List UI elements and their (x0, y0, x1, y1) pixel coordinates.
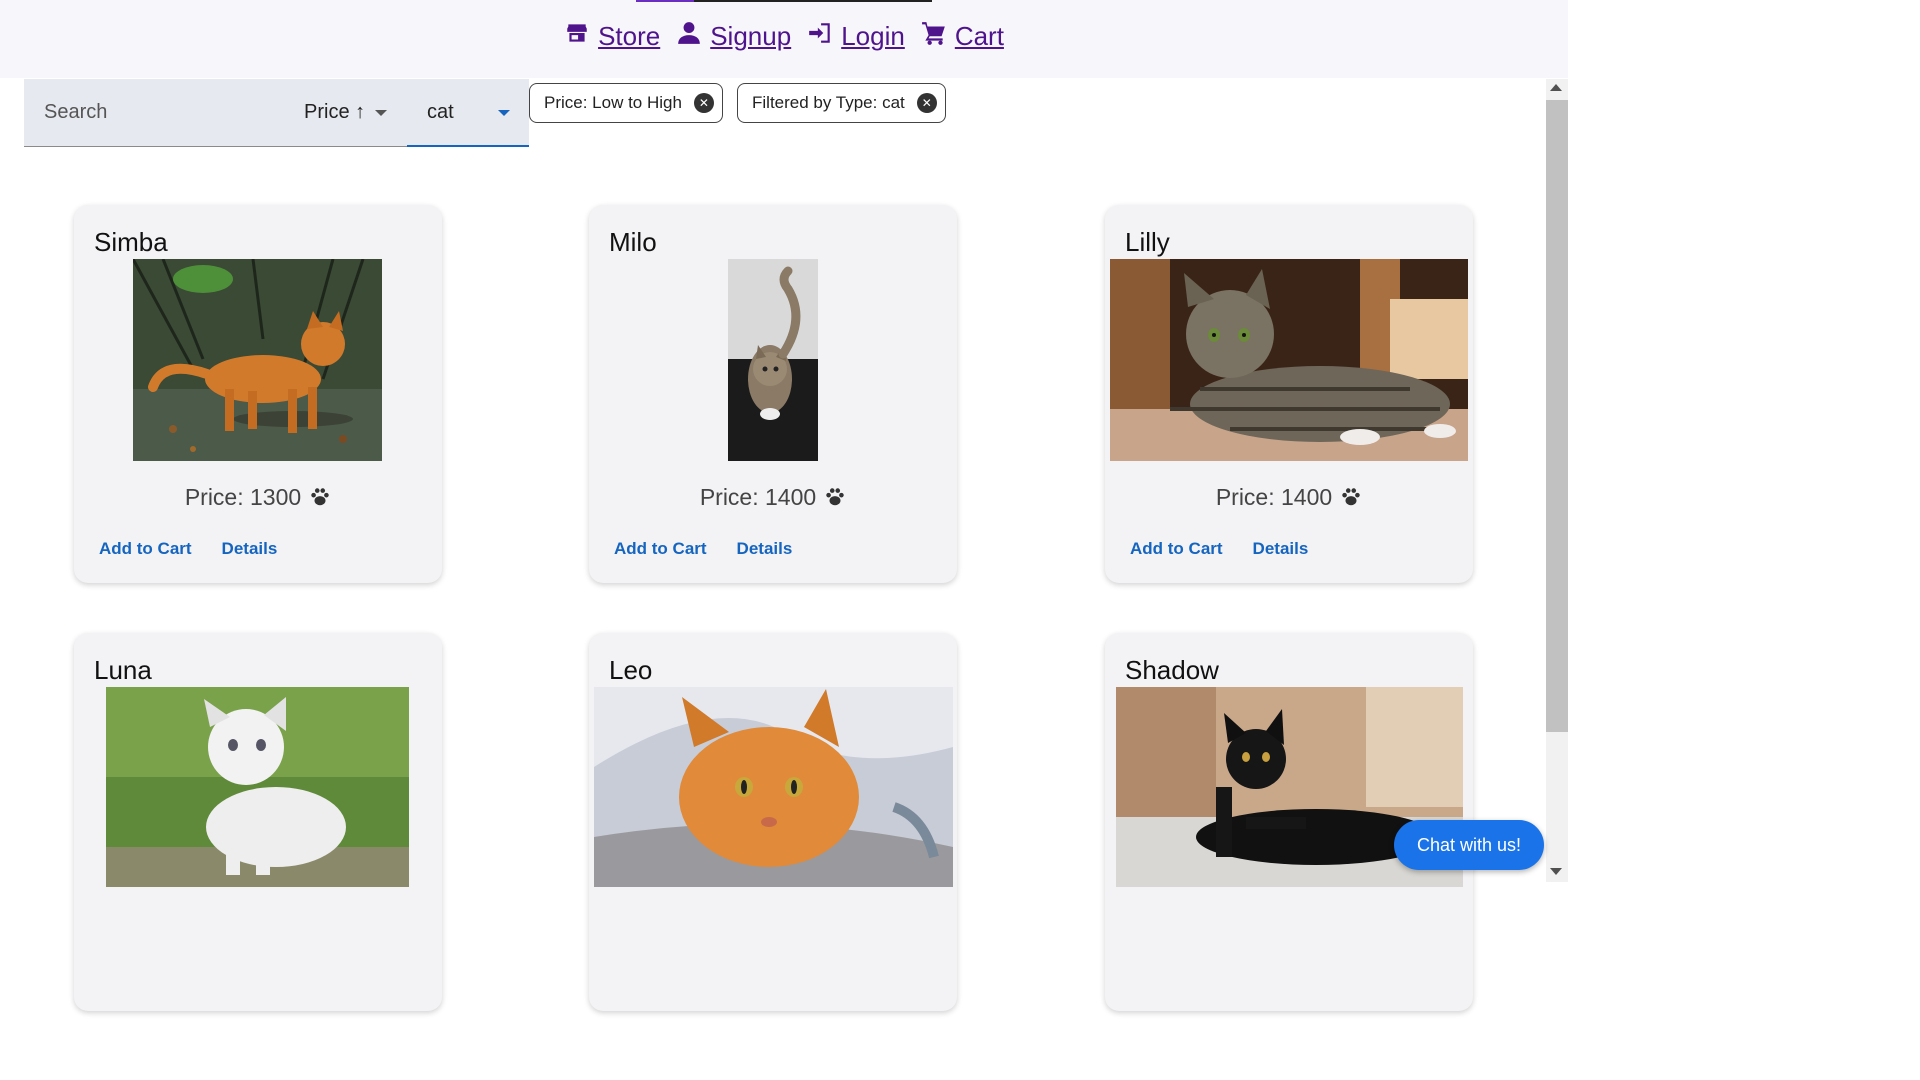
nav-link-label: Store (598, 21, 661, 51)
product-name: Milo (609, 227, 657, 257)
login-icon (809, 23, 830, 43)
details-button[interactable]: Details (1253, 539, 1309, 559)
person-icon (678, 22, 701, 44)
nav-link-label: Signup (710, 21, 792, 51)
scroll-up-icon[interactable] (1550, 84, 1562, 91)
product-name: Lilly (1125, 227, 1170, 257)
product-name: Luna (94, 655, 152, 685)
cart-icon (921, 22, 945, 45)
add-to-cart-button[interactable]: Add to Cart (1130, 539, 1223, 559)
store-icon (567, 24, 587, 42)
product-card: Lilly Price: 1400 Add to Cart Details (1105, 205, 1473, 583)
nav-link-cart[interactable]: Cart (921, 20, 1004, 52)
filter-chip-price: Price: Low to High ✕ (529, 83, 723, 123)
nav-link-store[interactable]: Store (564, 20, 660, 52)
product-card: Leo (589, 633, 957, 1011)
filter-chip-label: Filtered by Type: cat (752, 93, 905, 112)
card-actions: Add to Cart Details (99, 539, 277, 559)
filter-chip-type: Filtered by Type: cat ✕ (737, 83, 946, 123)
search-field (24, 79, 284, 147)
close-icon[interactable]: ✕ (916, 93, 937, 113)
add-to-cart-button[interactable]: Add to Cart (99, 539, 192, 559)
product-photo (728, 259, 818, 461)
card-actions: Add to Cart Details (1130, 539, 1308, 559)
product-photo (133, 259, 382, 461)
nav-link-label: Cart (954, 21, 1004, 51)
price-label: Price: 1400 (1105, 484, 1473, 511)
nav-link-signup[interactable]: Signup (676, 20, 791, 52)
card-actions: Add to Cart Details (614, 539, 792, 559)
nav-link-label: Login (841, 21, 905, 51)
type-select[interactable]: cat (407, 79, 529, 147)
paw-icon (826, 488, 844, 506)
product-name: Leo (609, 655, 653, 685)
filter-chip-label: Price: Low to High (544, 93, 682, 112)
nav-link-login[interactable]: Login (807, 20, 905, 52)
chevron-down-icon (498, 110, 510, 116)
add-to-cart-button[interactable]: Add to Cart (614, 539, 707, 559)
product-name: Simba (94, 227, 168, 257)
paw-icon (311, 488, 329, 506)
price-label: Price: 1300 (74, 484, 442, 511)
product-card: Luna (74, 633, 442, 1011)
product-photo (594, 687, 953, 887)
chevron-down-icon (375, 110, 387, 116)
product-card: Milo Price: 1400 Add to Cart Details (589, 205, 957, 583)
nav-links: Store Signup Login Cart (0, 20, 1568, 52)
product-photo (106, 687, 409, 887)
product-card: Simba Price: 1300 Add to Cart Details (74, 205, 442, 583)
paw-icon (1342, 488, 1360, 506)
close-icon[interactable]: ✕ (693, 93, 714, 113)
product-photo (1110, 259, 1468, 461)
price-label: Price: 1400 (589, 484, 957, 511)
sort-select[interactable]: Price ↑ (284, 79, 407, 147)
product-name: Shadow (1125, 655, 1219, 685)
details-button[interactable]: Details (222, 539, 278, 559)
details-button[interactable]: Details (737, 539, 793, 559)
chat-button[interactable]: Chat with us! (1394, 820, 1544, 870)
top-navbar: Store Signup Login Cart (0, 0, 1568, 78)
type-select-value: cat (427, 101, 454, 123)
scrollbar-thumb[interactable] (1546, 100, 1568, 732)
nav-progress-bar (636, 0, 932, 2)
scroll-down-icon[interactable] (1550, 868, 1562, 875)
sort-select-value: Price ↑ (304, 101, 366, 123)
search-input[interactable] (44, 101, 274, 124)
